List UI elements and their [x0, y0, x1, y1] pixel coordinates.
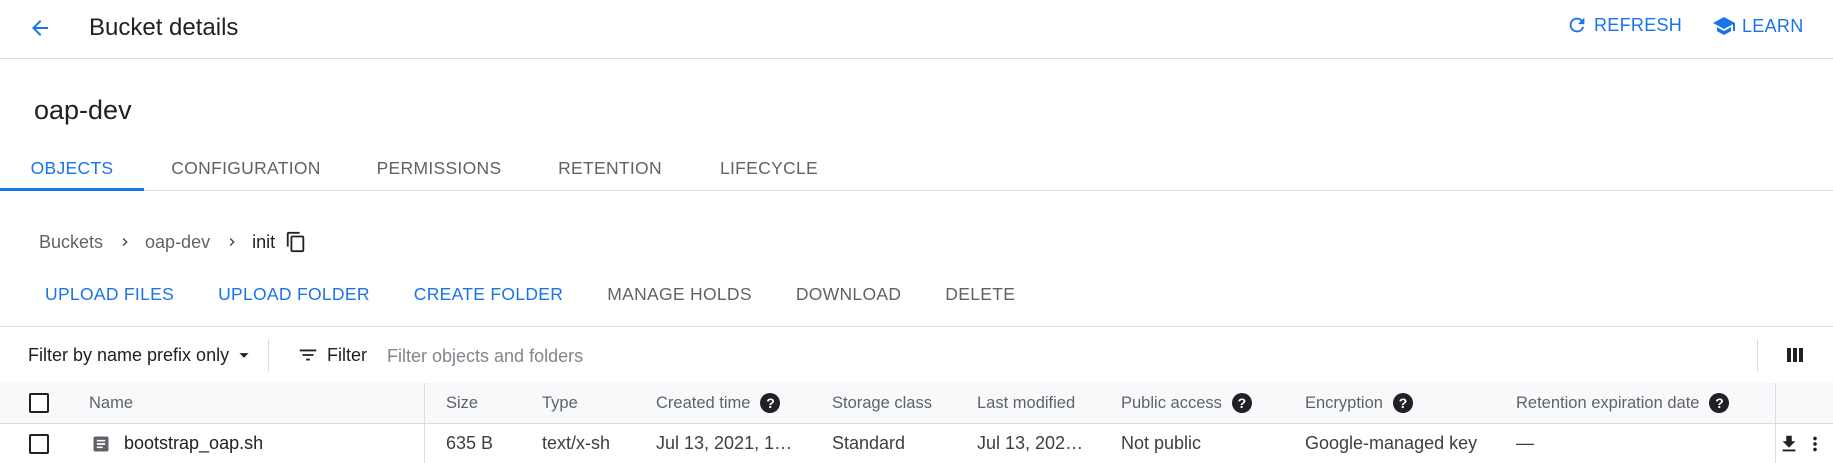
column-header-encryption-label: Encryption [1305, 393, 1383, 412]
column-header-public-access[interactable]: Public access ? [1121, 383, 1252, 423]
upload-files-button[interactable]: UPLOAD FILES [45, 284, 174, 305]
help-icon[interactable]: ? [1392, 393, 1413, 413]
help-icon[interactable]: ? [1709, 393, 1730, 413]
cell-encryption: Google-managed key [1305, 433, 1478, 453]
manage-holds-button[interactable]: MANAGE HOLDS [607, 284, 752, 305]
divider [268, 339, 269, 371]
cell-type: text/x-sh [542, 433, 611, 453]
cell-retention: — [1516, 433, 1534, 453]
tab-lifecycle[interactable]: LIFECYCLE [714, 146, 824, 190]
breadcrumb-bucket[interactable]: oap-dev [145, 232, 210, 253]
column-header-retention[interactable]: Retention expiration date ? [1516, 383, 1730, 423]
breadcrumb-current: init [252, 231, 276, 252]
tab-retention[interactable]: RETENTION [550, 146, 670, 190]
column-header-created-label: Created time [656, 393, 751, 412]
cell-last-modified: Jul 13, 202… [977, 433, 1084, 453]
help-icon[interactable]: ? [1231, 393, 1252, 413]
refresh-icon [1566, 14, 1588, 36]
delete-button[interactable]: DELETE [945, 284, 1015, 305]
chevron-right-icon [117, 234, 133, 250]
bucket-name: oap-dev [34, 95, 132, 125]
learn-button[interactable]: LEARN [1712, 14, 1804, 38]
checkbox[interactable] [29, 433, 49, 454]
school-icon [1712, 14, 1736, 38]
breadcrumb: Buckets oap-dev init [39, 228, 307, 256]
column-header-last-modified[interactable]: Last modified [977, 383, 1075, 423]
filter-input[interactable] [385, 339, 1739, 373]
column-header-name[interactable]: Name [89, 383, 133, 423]
help-icon[interactable]: ? [760, 393, 781, 413]
download-button[interactable]: DOWNLOAD [796, 284, 901, 305]
checkbox[interactable] [29, 393, 49, 413]
tab-objects[interactable]: OBJECTS [0, 146, 144, 191]
page-title: Bucket details [89, 14, 239, 41]
dropdown-arrow-icon [233, 344, 255, 366]
row-checkbox[interactable] [29, 424, 49, 463]
table-row[interactable]: bootstrap_oap.sh 635 B text/x-sh Jul 13,… [0, 424, 1833, 463]
more-vert-icon[interactable] [1804, 424, 1826, 463]
column-header-retention-label: Retention expiration date [1516, 393, 1700, 412]
breadcrumb-buckets[interactable]: Buckets [39, 232, 103, 253]
column-header-created[interactable]: Created time ? [656, 383, 781, 423]
refresh-button[interactable]: REFRESH [1566, 14, 1682, 36]
filter-button[interactable]: Filter [297, 341, 367, 369]
column-header-storage-class[interactable]: Storage class [832, 383, 932, 423]
filter-mode-label: Filter by name prefix only [28, 344, 230, 365]
object-actions: UPLOAD FILES UPLOAD FOLDER CREATE FOLDER… [45, 280, 1059, 308]
filter-list-icon [297, 344, 319, 366]
select-all-checkbox[interactable] [29, 383, 49, 423]
table-header: Name Size Type Created time ? Storage cl… [0, 383, 1833, 424]
divider [1757, 339, 1758, 371]
column-header-type[interactable]: Type [542, 383, 578, 423]
column-display-icon[interactable] [1780, 341, 1810, 369]
column-header-size[interactable]: Size [446, 383, 478, 423]
column-header-encryption[interactable]: Encryption ? [1305, 383, 1413, 423]
cell-storage-class: Standard [832, 433, 906, 453]
upload-folder-button[interactable]: UPLOAD FOLDER [218, 284, 370, 305]
download-icon[interactable] [1776, 424, 1802, 463]
cell-size: 635 B [446, 433, 494, 453]
tab-bar: OBJECTS CONFIGURATION PERMISSIONS RETENT… [0, 146, 1833, 191]
chevron-right-icon [224, 234, 240, 250]
cell-created-time: Jul 13, 2021, 1… [656, 433, 793, 453]
object-name-link[interactable]: bootstrap_oap.sh [124, 424, 263, 463]
top-bar: Bucket details REFRESH LEARN [0, 0, 1833, 59]
copy-icon[interactable] [285, 231, 307, 253]
create-folder-button[interactable]: CREATE FOLDER [414, 284, 563, 305]
refresh-label: REFRESH [1594, 14, 1683, 35]
cell-public-access: Not public [1121, 433, 1202, 453]
filter-bar: Filter by name prefix only Filter [0, 326, 1833, 384]
tab-permissions[interactable]: PERMISSIONS [372, 146, 506, 190]
filter-mode-dropdown[interactable]: Filter by name prefix only [28, 341, 255, 369]
tab-configuration[interactable]: CONFIGURATION [162, 146, 330, 190]
learn-label: LEARN [1742, 15, 1804, 36]
column-header-public-access-label: Public access [1121, 393, 1222, 412]
file-icon [91, 424, 111, 463]
filter-label: Filter [327, 344, 367, 365]
back-arrow-icon[interactable] [20, 8, 60, 48]
